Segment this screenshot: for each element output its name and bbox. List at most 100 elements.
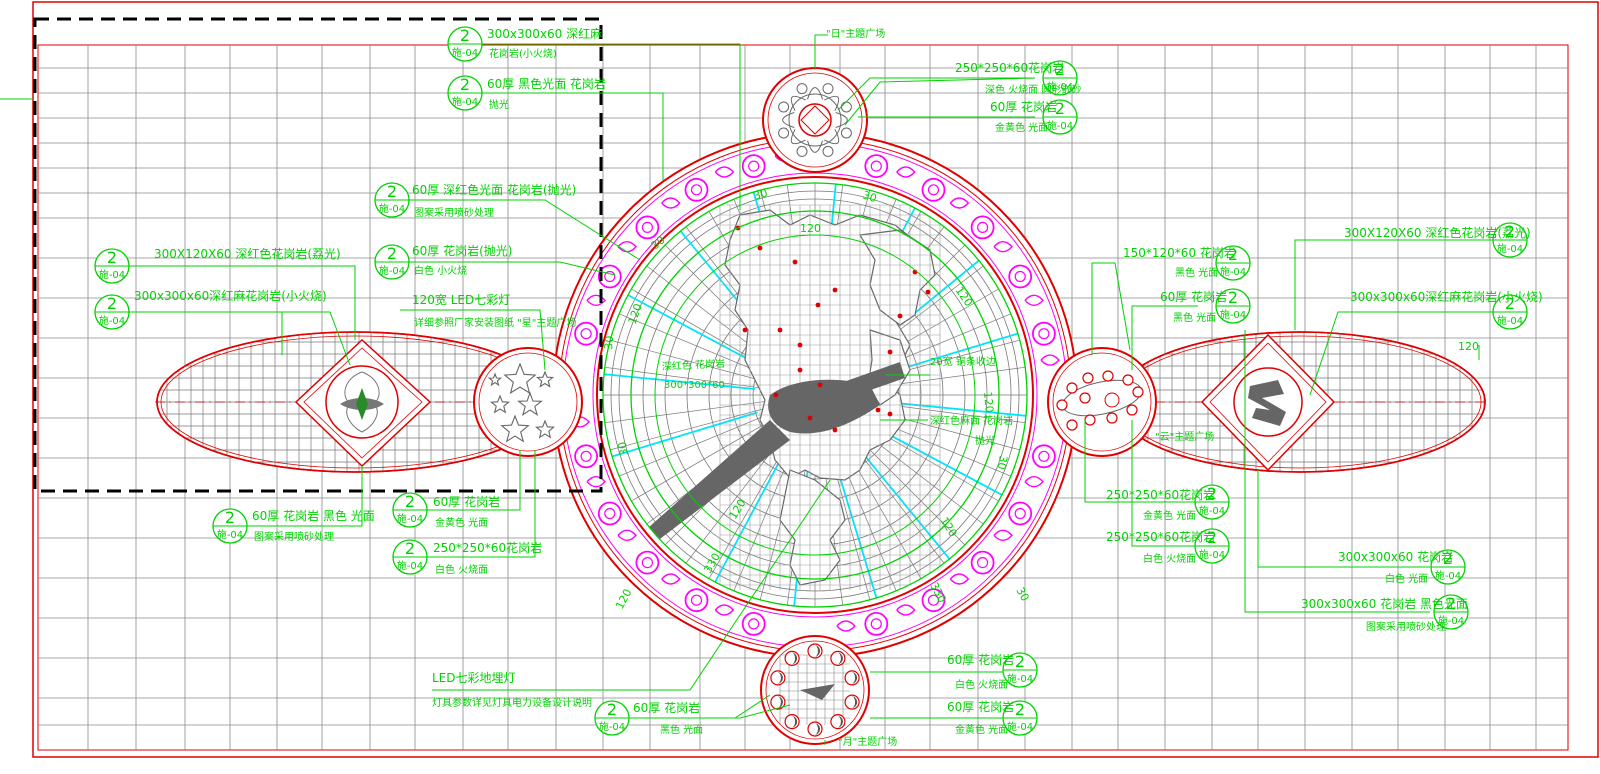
tag-number: 2 xyxy=(1015,652,1025,671)
callout-rb1-line2: 金黄色 光面 xyxy=(1143,509,1196,522)
tag-left2: 2施-04 xyxy=(94,294,130,330)
tag-number: 2 xyxy=(1015,700,1025,719)
tag-sheet-code: 施-04 xyxy=(1220,265,1246,278)
tag-tl2: 2施-04 xyxy=(447,75,483,111)
dim-120-right: 120 xyxy=(981,391,996,413)
callout-rb4-line1: 300x300x60 花岗岩 黑色光面 xyxy=(1301,596,1468,611)
tag-number: 2 xyxy=(107,248,117,267)
dim-30-left-lower: 30 xyxy=(616,441,631,457)
callout-top2-line2: 金黄色 光面 xyxy=(995,121,1048,134)
callout-bl3-line1: 250*250*60花岗岩 xyxy=(433,540,542,555)
dim-30-right-lower: 30 xyxy=(995,454,1010,470)
callout-bl3-line2: 白色 火烧面 xyxy=(435,563,488,576)
tag-sheet-code: 施-04 xyxy=(1199,548,1225,561)
callout-b1-line2: 灯具参数详见灯具电力设备设计说明 xyxy=(432,696,592,709)
callout-b3-line2: 白色 火烧面 xyxy=(955,678,1008,691)
tag-number: 2 xyxy=(387,244,397,263)
callout-b2-line2: 黑色 光面 xyxy=(660,723,703,736)
callout-ml1-line2: 图案采用喷砂处理 xyxy=(414,206,494,219)
tag-bl1: 2施-04 xyxy=(212,508,248,544)
callout-rb3-line2: 白色 光面 xyxy=(1385,572,1428,585)
tag-sheet-code: 施-04 xyxy=(397,512,423,525)
tag-sheet-code: 施-04 xyxy=(379,264,405,277)
tag-number: 2 xyxy=(460,26,470,45)
callout-center-5: 抛光 xyxy=(975,434,995,447)
callout-led1-line2: 详细参照厂家安装图纸 "星"主题广场 xyxy=(414,316,576,329)
tag-sheet-code: 施-04 xyxy=(99,268,125,281)
tag-number: 2 xyxy=(387,182,397,201)
star-plaza-circle xyxy=(473,347,583,457)
cloud-plaza-title: "云"主题广场 xyxy=(1155,430,1214,443)
callout-led1-line1: 120宽 LED七彩灯 xyxy=(412,292,510,307)
callout-rb2-line1: 250*250*60花岗岩 xyxy=(1106,529,1215,544)
tag-sheet-code: 施-04 xyxy=(1007,672,1033,685)
tag-sheet-code: 施-04 xyxy=(1199,504,1225,517)
callout-b2-line1: 60厚 花岗岩 xyxy=(633,700,700,715)
tag-sheet-code: 施-04 xyxy=(99,314,125,327)
tag-left1: 2施-04 xyxy=(94,248,130,284)
callout-b4-line1: 60厚 花岗岩 xyxy=(947,699,1014,714)
tag-sheet-code: 施-04 xyxy=(599,720,625,733)
tag-sheet-code: 施-04 xyxy=(1220,308,1246,321)
callout-tl2-line2: 抛光 xyxy=(489,98,509,111)
cad-drawing-canvas[interactable]: 2施-042施-042施-042施-042施-042施-042施-042施-04… xyxy=(0,0,1600,774)
tag-ml1: 2施-04 xyxy=(374,182,410,218)
tag-bl3: 2施-04 xyxy=(392,539,428,575)
callout-left2: 300x300x60深红麻花岗岩(小火烧) xyxy=(134,288,327,303)
tag-sheet-code: 施-04 xyxy=(452,95,478,108)
callout-b4-line2: 金黄色 光面 xyxy=(955,723,1008,736)
callout-ml2-line2: 白色 小火烧 xyxy=(414,264,467,277)
callout-bl2-line2: 金黄色 光面 xyxy=(435,516,488,529)
tag-number: 2 xyxy=(107,294,117,313)
tag-bl2: 2施-04 xyxy=(392,492,428,528)
dim-120-outer-left: 120 xyxy=(613,587,634,612)
tag-number: 2 xyxy=(405,492,415,511)
tag-ml2: 2施-04 xyxy=(374,244,410,280)
tag-sheet-code: 施-04 xyxy=(217,528,243,541)
tag-sheet-code: 施-04 xyxy=(1497,242,1523,255)
callout-r1-line2: 黑色 光面 xyxy=(1175,266,1218,279)
tag-sheet-code: 施-04 xyxy=(1047,119,1073,132)
callout-rb1-line1: 250*250*60花岗岩 xyxy=(1106,487,1215,502)
dim-30-left: 30 xyxy=(602,335,616,350)
cloud-plaza-circle xyxy=(1047,347,1157,457)
callout-ml2-line1: 60厚 花岗岩(抛光) xyxy=(412,243,512,258)
dim-30-outer-right: 30 xyxy=(1013,585,1031,604)
callout-ml1-line1: 60厚 深红色光面 花岗岩(抛光) xyxy=(412,182,576,197)
tag-sheet-code: 施-04 xyxy=(452,46,478,59)
callout-center-4: 深红色麻面 花岗岩 xyxy=(930,414,1013,427)
callout-tl2-line1: 60厚 黑色光面 花岗岩 xyxy=(487,76,606,91)
callout-bl1-line1: 60厚 花岗岩 黑色 光面 xyxy=(252,508,375,523)
callout-center-2: 300*300*60 xyxy=(664,380,725,391)
callout-b1-line1: LED七彩地埋灯 xyxy=(432,671,516,685)
sun-plaza-title: "日"主題广场 xyxy=(826,27,885,40)
tag-sheet-code: 施-04 xyxy=(397,559,423,572)
tag-number: 2 xyxy=(607,700,617,719)
callout-rb3-line1: 300x300x60 花岗岩 xyxy=(1338,549,1453,564)
tag-number: 2 xyxy=(405,539,415,558)
callout-tl1-line1: 300x300x60 深红麻 xyxy=(487,26,602,41)
callout-b3-line1: 60厚 花岗岩 xyxy=(947,652,1014,667)
tag-sheet-code: 施-04 xyxy=(1497,314,1523,327)
callout-r2-line1: 60厚 花岗岩 xyxy=(1160,289,1227,304)
moon-plaza-title: "月"主题广场 xyxy=(838,735,897,748)
callout-r1-line1: 150*120*60 花岗岩 xyxy=(1123,245,1236,260)
dim-120-top: 120 xyxy=(800,222,821,235)
callout-top1-line1: 250*250*60花岗岩 xyxy=(955,60,1064,75)
callout-r5: 120 xyxy=(1458,340,1479,353)
tag-sheet-code: 施-04 xyxy=(379,202,405,215)
callout-top1-line2: 深色 火烧面 圆形嵌砂 xyxy=(985,83,1081,96)
tag-number: 2 xyxy=(225,508,235,527)
moon-plaza-circle xyxy=(760,635,870,745)
callout-rb2-line2: 白色 火烧面 xyxy=(1143,552,1196,565)
tag-sheet-code: 施-04 xyxy=(1435,569,1461,582)
callout-top2-line1: 60厚 花岗岩 xyxy=(990,99,1057,114)
callout-r3: 300X120X60 深红色花岗岩(荔光) xyxy=(1344,225,1531,240)
tag-b2: 2施-04 xyxy=(594,700,630,736)
callout-tl1-line2: 花岗岩(小火烧) xyxy=(489,47,557,60)
callout-center-3: 20宽 铜条收边 xyxy=(930,355,996,368)
tag-tl1: 2施-04 xyxy=(447,26,483,62)
callout-rb4-line2: 图案采用喷砂处理 xyxy=(1366,620,1446,633)
callout-r4: 300x300x60深红麻花岗岩(小火烧) xyxy=(1350,289,1543,304)
tag-sheet-code: 施-04 xyxy=(1007,720,1033,733)
